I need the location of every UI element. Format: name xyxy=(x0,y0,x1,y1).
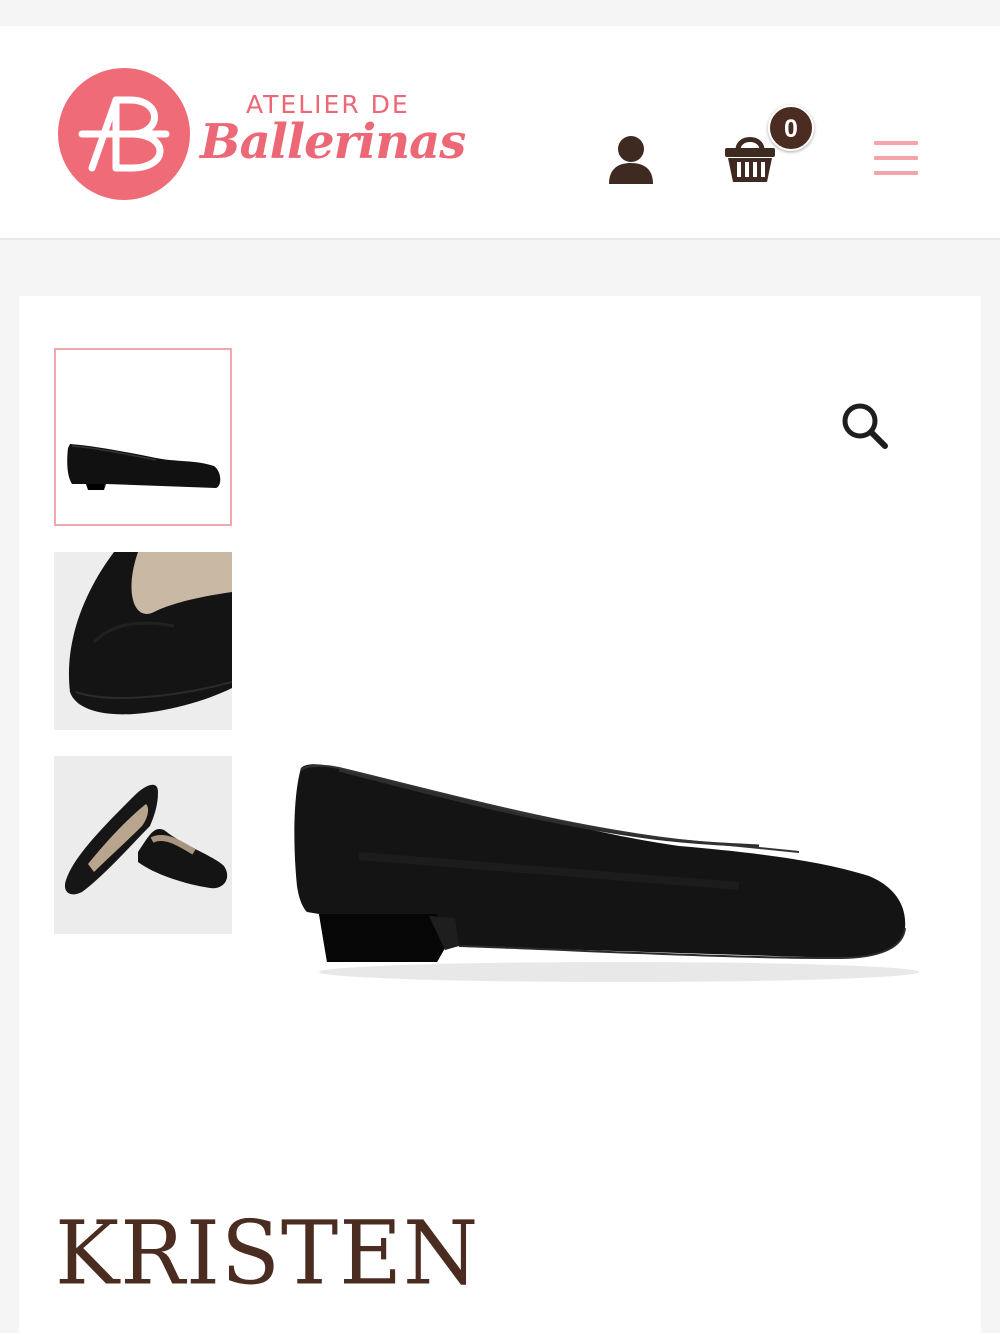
hamburger-menu-icon[interactable] xyxy=(874,141,920,177)
thumbnail-side-view[interactable] xyxy=(54,348,232,526)
cart-count-badge: 0 xyxy=(768,105,814,151)
site-header: ATELIER DE Ballerinas 0 xyxy=(0,26,1000,240)
product-title: KRISTEN xyxy=(55,1203,480,1305)
site-logo[interactable]: ATELIER DE Ballerinas xyxy=(58,68,466,200)
thumbnail-pair-angle[interactable] xyxy=(54,756,232,934)
main-product-image[interactable] xyxy=(279,736,939,996)
user-icon[interactable] xyxy=(606,134,656,186)
product-card: KRISTEN xyxy=(19,296,981,1333)
top-strip xyxy=(0,0,1000,26)
logo-line-2: Ballerinas xyxy=(200,114,466,170)
magnifier-icon[interactable] xyxy=(839,400,891,452)
logo-monogram xyxy=(58,68,190,200)
thumbnail-toe-closeup[interactable] xyxy=(54,552,232,730)
